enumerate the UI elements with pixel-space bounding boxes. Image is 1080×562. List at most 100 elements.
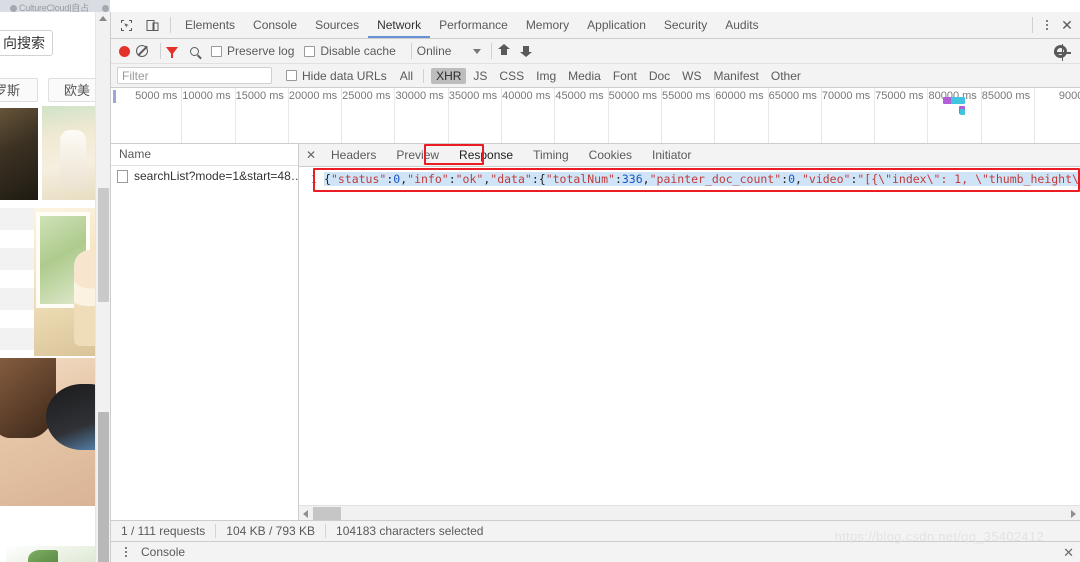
record-button-icon[interactable] bbox=[119, 45, 130, 57]
preserve-log-checkbox[interactable]: Preserve log bbox=[211, 44, 294, 58]
tab-elements[interactable]: Elements bbox=[176, 12, 244, 38]
filter-type-doc[interactable]: Doc bbox=[644, 68, 675, 84]
request-detail-pane: ✕ Headers Preview Response Timing Cookie… bbox=[299, 144, 1080, 520]
scroll-left-arrow-icon[interactable] bbox=[303, 510, 308, 518]
timeline-tick-label: 70000 ms bbox=[821, 90, 871, 102]
browser-tab-2[interactable]: CultureCloud|自占… bbox=[92, 2, 110, 12]
checkbox-box[interactable] bbox=[304, 45, 316, 57]
timeline-tick: 5000 ms bbox=[129, 88, 183, 143]
filter-input[interactable]: Filter bbox=[117, 67, 272, 84]
scrollbar-thumb[interactable] bbox=[98, 412, 109, 562]
timeline-tick: 45000 ms bbox=[555, 88, 609, 143]
close-devtools-icon[interactable]: ✕ bbox=[1056, 14, 1078, 36]
close-detail-icon[interactable]: ✕ bbox=[301, 148, 321, 162]
chevron-down-icon[interactable] bbox=[473, 48, 482, 54]
page-filter-chip-1[interactable]: 罗斯 bbox=[0, 78, 38, 102]
scroll-right-arrow-icon[interactable] bbox=[1071, 510, 1076, 518]
hide-data-urls-checkbox[interactable]: Hide data URLs bbox=[286, 69, 387, 83]
network-filter-bar: Filter Hide data URLs All XHR JS CSS Img… bbox=[111, 64, 1080, 88]
filter-divider bbox=[423, 68, 425, 83]
tab-memory[interactable]: Memory bbox=[517, 12, 578, 38]
gear-icon[interactable] bbox=[1053, 44, 1071, 61]
filter-type-media[interactable]: Media bbox=[563, 68, 606, 84]
line-number: 1 bbox=[310, 173, 317, 186]
timeline-tick: 50000 ms bbox=[608, 88, 662, 143]
filter-type-all[interactable]: All bbox=[395, 68, 418, 84]
throttling-dropdown[interactable]: Online bbox=[417, 44, 482, 58]
page-search-input[interactable]: 向搜索 bbox=[0, 30, 53, 56]
timeline-tick: 25000 ms bbox=[342, 88, 396, 143]
screenshot-root: CultureCloud|自占 CultureCloud|自占… 向搜索 罗斯 … bbox=[0, 0, 1080, 562]
timeline-tick-label: 30000 ms bbox=[395, 90, 444, 102]
page-thumbnail[interactable] bbox=[0, 358, 106, 506]
filter-type-ws[interactable]: WS bbox=[677, 68, 706, 84]
tab-sources[interactable]: Sources bbox=[306, 12, 368, 38]
toolbar-divider bbox=[410, 43, 412, 59]
back-arrow-icon bbox=[10, 5, 17, 12]
checkbox-box[interactable] bbox=[286, 70, 297, 81]
timeline-tick-label: 65000 ms bbox=[768, 90, 817, 102]
tab-audits[interactable]: Audits bbox=[716, 12, 767, 38]
throttling-value: Online bbox=[416, 44, 452, 58]
disable-cache-checkbox[interactable]: Disable cache bbox=[304, 44, 396, 58]
toggle-device-toolbar-icon[interactable] bbox=[139, 13, 165, 38]
timeline-tick-label: 20000 ms bbox=[288, 90, 338, 102]
watermark: https://blog.csdn.net/qq_35402412 bbox=[834, 529, 1044, 544]
export-har-icon[interactable] bbox=[519, 44, 533, 58]
scrollbar-thumb[interactable] bbox=[98, 188, 109, 302]
filter-type-manifest[interactable]: Manifest bbox=[709, 68, 764, 84]
filter-type-other[interactable]: Other bbox=[766, 68, 806, 84]
inspect-element-icon[interactable] bbox=[113, 13, 139, 38]
clear-button-icon[interactable] bbox=[136, 45, 148, 57]
response-body-viewer[interactable]: 1 {"status":0,"info":"ok","data":{"totalN… bbox=[299, 167, 1080, 520]
json-token-str: "[{\"index\": 1, \"thumb_height\": 640, … bbox=[857, 172, 1080, 186]
detail-tab-cookies[interactable]: Cookies bbox=[579, 144, 642, 166]
network-control-bar: Preserve log Disable cache Online bbox=[111, 39, 1080, 64]
filter-type-xhr[interactable]: XHR bbox=[431, 67, 467, 84]
tab-security[interactable]: Security bbox=[655, 12, 716, 38]
preserve-log-label: Preserve log bbox=[227, 44, 295, 58]
timeline-tick-label: 50000 ms bbox=[608, 90, 657, 102]
close-drawer-icon[interactable]: ✕ bbox=[1063, 545, 1074, 561]
drawer-tab-console[interactable]: Console bbox=[141, 545, 185, 559]
page-vertical-scrollbar[interactable] bbox=[95, 12, 110, 562]
tab-network[interactable]: Network bbox=[368, 12, 430, 38]
requests-column-header[interactable]: Name bbox=[111, 144, 298, 166]
detail-tab-response[interactable]: Response bbox=[449, 144, 523, 166]
detail-tab-preview[interactable]: Preview bbox=[386, 144, 449, 166]
status-transfer-size: 104 KB / 793 KB bbox=[226, 524, 316, 538]
filter-type-font[interactable]: Font bbox=[608, 68, 642, 84]
scrollbar-thumb[interactable] bbox=[313, 507, 341, 520]
filter-icon[interactable] bbox=[166, 47, 178, 58]
tab-application[interactable]: Application bbox=[578, 12, 655, 38]
devtools-drawer: Console ✕ bbox=[111, 541, 1080, 562]
network-overview-timeline[interactable]: 5000 ms 10000 ms 15000 ms 20000 ms 25000 ms 3… bbox=[111, 88, 1080, 144]
tab-performance[interactable]: Performance bbox=[430, 12, 517, 38]
status-requests-count: 1 / 111 requests bbox=[121, 524, 206, 538]
json-token-punc: : bbox=[448, 172, 456, 186]
browser-tab-1[interactable]: CultureCloud|自占 bbox=[0, 2, 89, 12]
scroll-up-arrow-icon[interactable] bbox=[99, 16, 107, 21]
timeline-tick-label: 35000 ms bbox=[448, 90, 498, 102]
detail-tab-headers[interactable]: Headers bbox=[321, 144, 386, 166]
response-json-text[interactable]: {"status":0,"info":"ok","data":{"totalNu… bbox=[324, 172, 1080, 186]
response-line[interactable]: 1 {"status":0,"info":"ok","data":{"totalN… bbox=[299, 172, 1080, 187]
table-row[interactable]: searchList?mode=1&start=48… bbox=[111, 166, 298, 186]
import-har-icon[interactable] bbox=[497, 44, 511, 58]
more-tools-icon[interactable] bbox=[1038, 14, 1056, 36]
filter-type-css[interactable]: CSS bbox=[494, 68, 529, 84]
timeline-tick: 70000 ms bbox=[821, 88, 876, 143]
timeline-tick: 20000 ms bbox=[288, 88, 343, 143]
filter-type-js[interactable]: JS bbox=[468, 68, 492, 84]
drawer-more-icon[interactable] bbox=[117, 541, 135, 562]
tab-console[interactable]: Console bbox=[244, 12, 306, 38]
page-thumbnail[interactable] bbox=[0, 108, 38, 200]
detail-tab-timing[interactable]: Timing bbox=[523, 144, 579, 166]
checkbox-box[interactable] bbox=[211, 45, 222, 57]
response-horizontal-scrollbar[interactable] bbox=[299, 505, 1080, 520]
detail-tab-initiator[interactable]: Initiator bbox=[642, 144, 701, 166]
search-icon[interactable] bbox=[190, 46, 199, 56]
timeline-tick: 85000 ms bbox=[982, 88, 1036, 143]
timeline-tick: 75000 ms bbox=[875, 88, 929, 143]
filter-type-img[interactable]: Img bbox=[531, 68, 561, 84]
